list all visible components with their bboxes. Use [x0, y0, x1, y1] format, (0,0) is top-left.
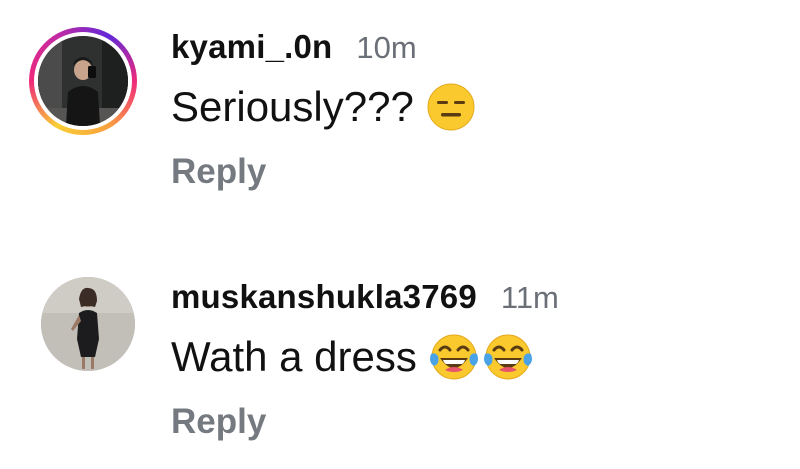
comment-content: kyami_.0n 10m Seriously??? Reply — [171, 28, 476, 192]
reply-button[interactable]: Reply — [171, 152, 476, 192]
comment-text-row: Wath a dress — [171, 332, 559, 382]
comment-item: kyami_.0n 10m Seriously??? Reply — [0, 0, 800, 230]
comment-content: muskanshukla3769 11m Wath a dress Reply — [171, 278, 559, 442]
comment-text: Wath a dress — [171, 333, 417, 380]
reply-button[interactable]: Reply — [171, 402, 559, 442]
comment-meta: muskanshukla3769 11m — [171, 278, 559, 316]
avatar-story-ring[interactable] — [29, 27, 137, 135]
tears-of-joy-face-icon — [429, 332, 479, 382]
avatar[interactable] — [41, 277, 135, 371]
timestamp: 10m — [356, 30, 417, 65]
avatar-photo — [41, 277, 135, 371]
comment-text: Seriously??? — [171, 83, 414, 130]
comment-text-row: Seriously??? — [171, 82, 476, 132]
comment-meta: kyami_.0n 10m — [171, 28, 476, 66]
username[interactable]: muskanshukla3769 — [171, 278, 477, 316]
avatar[interactable] — [38, 36, 128, 126]
tears-of-joy-face-icon — [483, 332, 533, 382]
username[interactable]: kyami_.0n — [171, 28, 332, 66]
timestamp: 11m — [500, 280, 559, 315]
comment-item: muskanshukla3769 11m Wath a dress Reply — [0, 250, 800, 469]
avatar-photo — [38, 36, 128, 126]
expressionless-face-icon — [426, 82, 476, 132]
avatar-container[interactable] — [29, 277, 137, 385]
